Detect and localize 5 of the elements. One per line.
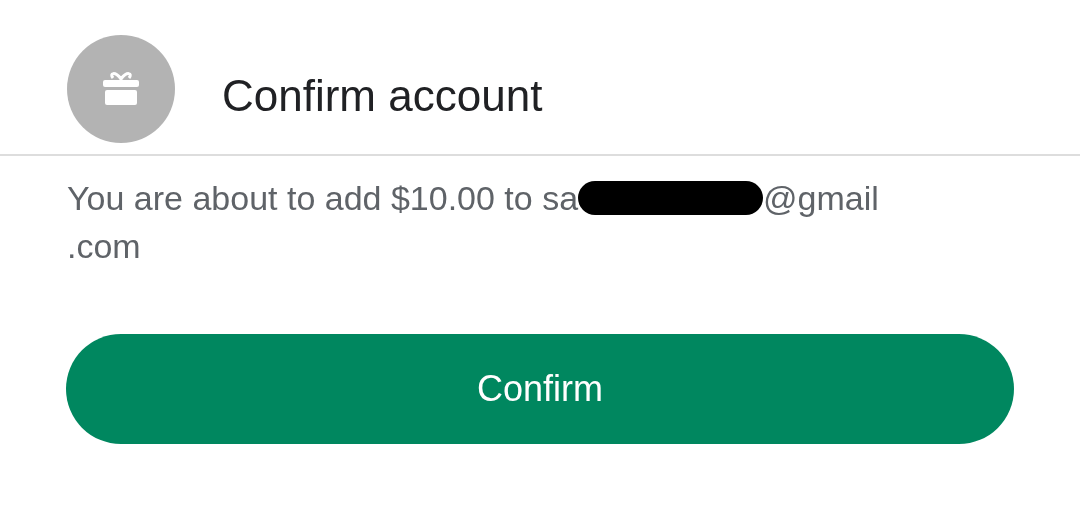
message-text: @gmail bbox=[763, 178, 879, 219]
dialog-title: Confirm account bbox=[222, 70, 543, 122]
message-text: You are about to add $10.00 to sa bbox=[67, 178, 579, 219]
confirm-button[interactable]: Confirm bbox=[66, 334, 1014, 444]
message-text: .com bbox=[67, 226, 141, 267]
